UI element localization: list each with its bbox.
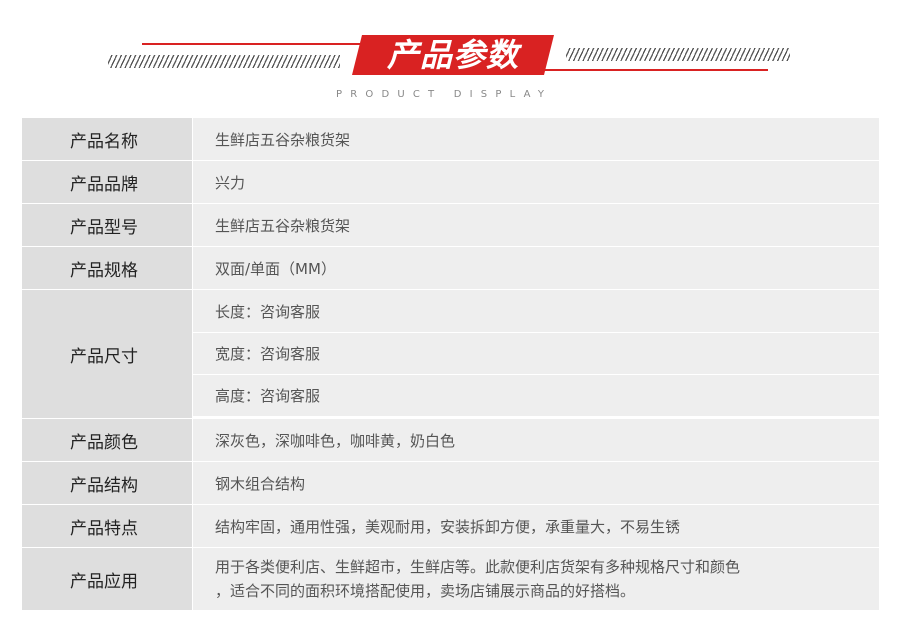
spec-label: 产品颜色	[22, 419, 193, 461]
section-subtitle: PRODUCT DISPLAY	[336, 89, 553, 100]
spec-value-width: 宽度：咨询客服	[193, 332, 879, 374]
decorative-hatch-right	[566, 48, 790, 61]
spec-value: 兴力	[193, 161, 879, 203]
spec-row-features: 产品特点 结构牢固，通用性强，美观耐用，安装拆卸方便，承重量大，不易生锈	[22, 505, 879, 548]
spec-value-line: 用于各类便利店、生鲜超市，生鲜店等。此款便利店货架有多种规格尺寸和颜色	[215, 558, 741, 576]
spec-value-line: ，适合不同的面积环境搭配使用，卖场店铺展示商品的好搭档。	[215, 582, 636, 600]
spec-label: 产品应用	[22, 548, 193, 610]
spec-value: 双面/单面（MM）	[193, 247, 879, 289]
spec-label: 产品尺寸	[22, 290, 193, 418]
spec-label: 产品特点	[22, 505, 193, 547]
spec-value: 结构牢固，通用性强，美观耐用，安装拆卸方便，承重量大，不易生锈	[193, 505, 879, 547]
spec-label: 产品结构	[22, 462, 193, 504]
spec-value: 深灰色，深咖啡色，咖啡黄，奶白色	[193, 419, 879, 461]
spec-row-spec: 产品规格 双面/单面（MM）	[22, 247, 879, 290]
spec-row-application: 产品应用 用于各类便利店、生鲜超市，生鲜店等。此款便利店货架有多种规格尺寸和颜色…	[22, 548, 879, 610]
spec-label: 产品规格	[22, 247, 193, 289]
decorative-line-left	[142, 43, 362, 45]
decorative-line-right	[538, 69, 768, 71]
spec-row-size: 产品尺寸 长度：咨询客服 宽度：咨询客服 高度：咨询客服	[22, 290, 879, 419]
spec-row-brand: 产品品牌 兴力	[22, 161, 879, 204]
spec-row-structure: 产品结构 钢木组合结构	[22, 462, 879, 505]
spec-value: 生鲜店五谷杂粮货架	[193, 118, 879, 160]
spec-value: 用于各类便利店、生鲜超市，生鲜店等。此款便利店货架有多种规格尺寸和颜色 ，适合不…	[193, 548, 879, 610]
spec-table: 产品名称 生鲜店五谷杂粮货架 产品品牌 兴力 产品型号 生鲜店五谷杂粮货架 产品…	[22, 118, 879, 610]
section-header: 产品参数 PRODUCT DISPLAY	[0, 0, 900, 110]
spec-row-color: 产品颜色 深灰色，深咖啡色，咖啡黄，奶白色	[22, 419, 879, 462]
spec-value-length: 长度：咨询客服	[193, 290, 879, 332]
spec-label: 产品名称	[22, 118, 193, 160]
spec-row-name: 产品名称 生鲜店五谷杂粮货架	[22, 118, 879, 161]
section-title: 产品参数	[386, 36, 519, 74]
spec-value-height: 高度：咨询客服	[193, 374, 879, 416]
spec-value: 钢木组合结构	[193, 462, 879, 504]
spec-row-model: 产品型号 生鲜店五谷杂粮货架	[22, 204, 879, 247]
spec-value: 生鲜店五谷杂粮货架	[193, 204, 879, 246]
decorative-hatch-left	[108, 55, 340, 68]
spec-label: 产品型号	[22, 204, 193, 246]
spec-label: 产品品牌	[22, 161, 193, 203]
